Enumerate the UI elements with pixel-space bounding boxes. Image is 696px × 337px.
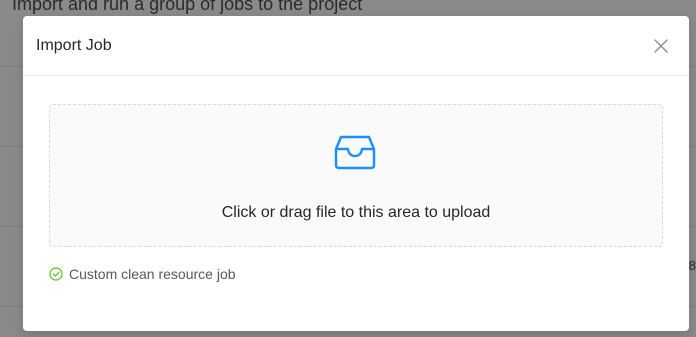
uploaded-file-name: Custom clean resource job: [69, 266, 236, 282]
background-heading-fragment: Import and run a group of jobs to the pr…: [12, 0, 363, 14]
background-edge-text: 8: [688, 258, 696, 273]
upload-dropzone[interactable]: Click or drag file to this area to uploa…: [49, 104, 663, 247]
modal-title: Import Job: [36, 37, 112, 54]
close-icon: [654, 39, 668, 53]
check-circle-icon: [49, 267, 63, 281]
inbox-icon: [334, 135, 376, 170]
dropzone-hint: Click or drag file to this area to uploa…: [221, 204, 491, 221]
uploaded-file-item[interactable]: Custom clean resource job: [49, 266, 236, 282]
modal-header: Import Job: [23, 16, 689, 76]
close-button[interactable]: [649, 34, 673, 58]
import-job-modal: Import Job Click or drag file to this ar…: [23, 16, 689, 331]
